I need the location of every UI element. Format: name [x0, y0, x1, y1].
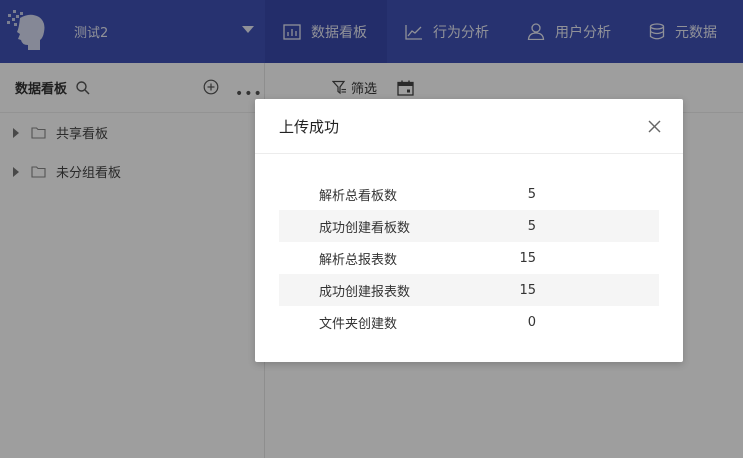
stat-label: 成功创建看板数 [319, 220, 411, 236]
upload-success-dialog: 上传成功 解析总看板数 5 成功创建看板数 5 解析总报表数 15 成功创建报表… [255, 99, 683, 362]
stat-label: 解析总报表数 [319, 252, 398, 268]
table-row: 成功创建报表数 15 [279, 274, 659, 306]
stat-value: 0 [527, 314, 536, 330]
stat-label: 解析总看板数 [319, 188, 398, 204]
stat-label: 成功创建报表数 [319, 284, 411, 300]
table-row: 解析总看板数 5 [279, 178, 659, 210]
table-row: 成功创建看板数 5 [279, 210, 659, 242]
stat-value: 15 [519, 282, 536, 298]
table-row: 解析总报表数 15 [279, 242, 659, 274]
stat-value: 15 [519, 250, 536, 266]
stat-value: 5 [527, 218, 536, 234]
upload-stats-table: 解析总看板数 5 成功创建看板数 5 解析总报表数 15 成功创建报表数 15 … [279, 178, 659, 338]
stat-value: 5 [527, 186, 536, 202]
table-row: 文件夹创建数 0 [279, 306, 659, 338]
stat-label: 文件夹创建数 [319, 316, 398, 332]
close-icon[interactable] [648, 120, 661, 133]
dialog-title: 上传成功 [279, 117, 340, 136]
dialog-header: 上传成功 [255, 99, 683, 154]
